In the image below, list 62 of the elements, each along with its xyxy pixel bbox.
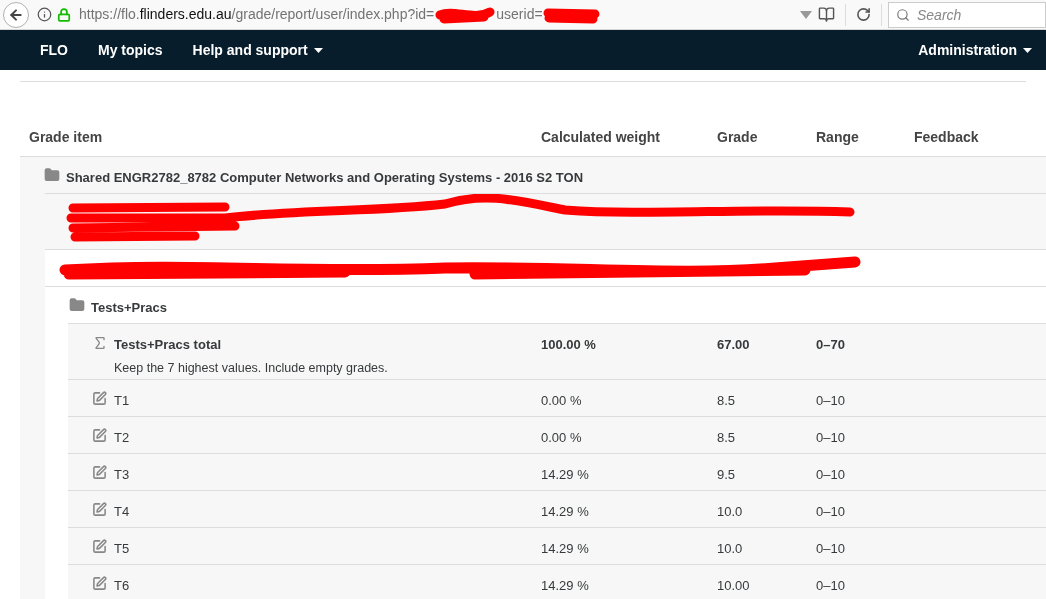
- range-cell: 0–10: [816, 430, 845, 445]
- back-icon: [8, 6, 24, 23]
- folder-icon: [44, 167, 60, 183]
- nav-link[interactable]: Administration: [918, 39, 1032, 61]
- folder-icon: [69, 297, 85, 313]
- lock-icon: [57, 7, 71, 22]
- edit-icon: [92, 465, 107, 480]
- weight-cell: 14.29 %: [541, 541, 589, 556]
- range-cell: 0–10: [816, 541, 845, 556]
- weight-cell: 0.00 %: [541, 430, 582, 445]
- info-icon[interactable]: [37, 7, 52, 22]
- grade-item-name: T2: [114, 429, 130, 447]
- grade-item-name: T3: [114, 466, 130, 484]
- weight-cell: 100.00 %: [541, 337, 596, 352]
- edit-icon: [92, 502, 107, 517]
- column-header: Grade item: [29, 129, 103, 145]
- weight-cell: 14.29 %: [541, 504, 589, 519]
- url-text[interactable]: userid=: [496, 4, 543, 25]
- grade-item-name: Tests+Pracs: [91, 299, 167, 317]
- edit-icon: [92, 576, 107, 591]
- url-text[interactable]: https://flo.flinders.edu.au/grade/report/user/index.php?id=: [79, 4, 435, 25]
- grade-cell: 8.5: [717, 393, 736, 408]
- reader-icon[interactable]: [818, 6, 835, 23]
- range-cell: 0–70: [816, 337, 845, 352]
- grade-item-name: T4: [114, 503, 130, 521]
- column-header: Range: [816, 129, 859, 145]
- grade-item-name: T1: [114, 392, 130, 410]
- grade-cell: 10.0: [717, 504, 743, 519]
- dropdown-icon[interactable]: [800, 10, 812, 19]
- nav-link[interactable]: FLO: [40, 39, 68, 61]
- weight-cell: 0.00 %: [541, 393, 582, 408]
- grade-cell: 8.5: [717, 430, 736, 445]
- weight-cell: 14.29 %: [541, 467, 589, 482]
- grade-item-name: T5: [114, 540, 130, 558]
- range-cell: 0–10: [816, 504, 845, 519]
- column-header: Calculated weight: [541, 129, 661, 145]
- weight-cell: 14.29 %: [541, 578, 589, 593]
- range-cell: 0–10: [816, 467, 845, 482]
- edit-icon: [92, 428, 107, 443]
- range-cell: 0–10: [816, 393, 845, 408]
- grade-item-name: Shared ENGR2782_8782 Computer Networks and Operating Systems - 2016 S2 TON: [66, 169, 584, 187]
- column-header: Feedback: [914, 129, 979, 145]
- edit-icon: [92, 539, 107, 554]
- range-cell: 0–10: [816, 578, 845, 593]
- search-field[interactable]: Search: [888, 1, 1046, 28]
- grade-item-name: Tests+Pracs total: [114, 336, 223, 354]
- back-button[interactable]: [3, 1, 29, 28]
- search-icon: [896, 7, 910, 22]
- nav-link[interactable]: My topics: [98, 39, 163, 61]
- edit-icon: [92, 391, 107, 406]
- column-header: Grade: [717, 129, 758, 145]
- grade-cell: 10.00: [717, 578, 750, 593]
- nav-link[interactable]: Help and support: [192, 39, 323, 61]
- grade-item-name: T6: [114, 577, 130, 595]
- grade-cell: 9.5: [717, 467, 736, 482]
- redaction-scribble: [543, 8, 600, 23]
- sigma-icon: [92, 335, 108, 351]
- aggregation-note: Keep the 7 highest values. Include empty grades.: [114, 359, 388, 377]
- grade-cell: 10.0: [717, 541, 743, 556]
- redaction-scribble: [435, 7, 495, 23]
- grade-cell: 67.00: [717, 337, 750, 352]
- reload-icon[interactable]: [856, 7, 871, 22]
